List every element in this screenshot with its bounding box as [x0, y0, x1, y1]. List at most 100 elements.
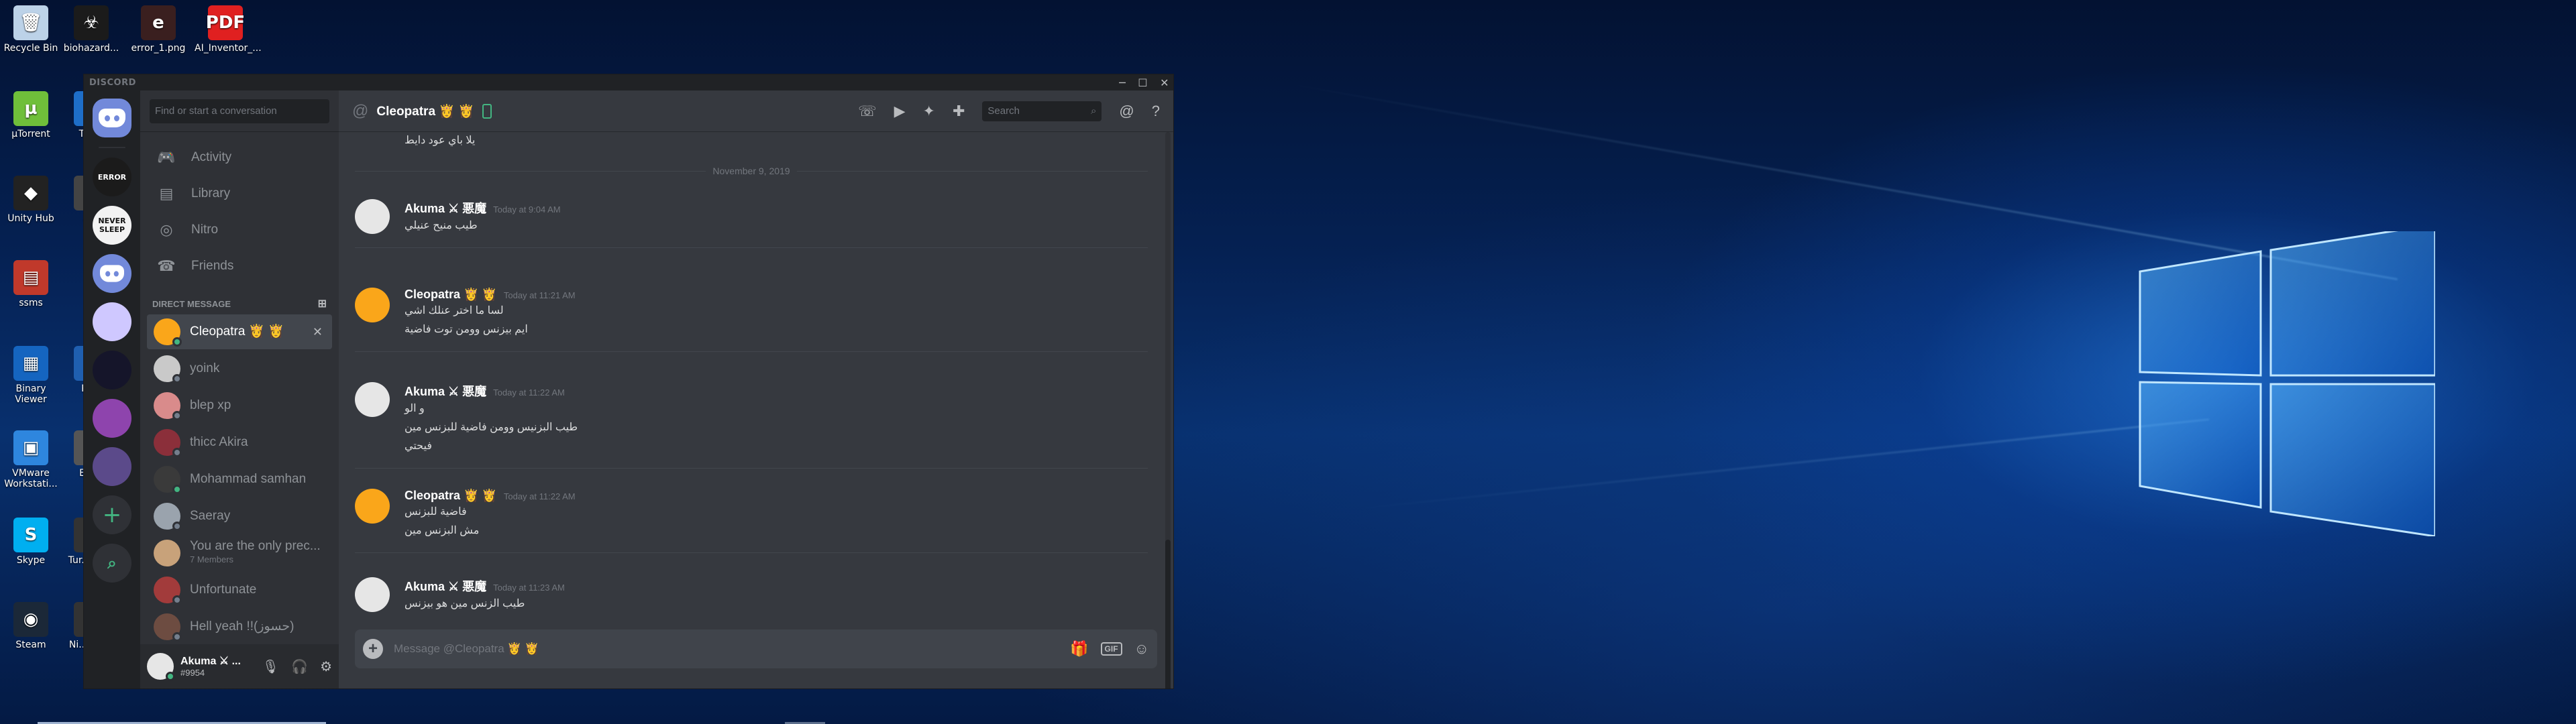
message-text: طيب البزنيس وومن فاضية للبزنس مين: [405, 422, 578, 433]
dm-item[interactable]: yoink: [147, 351, 332, 386]
find-conversation-input[interactable]: [150, 99, 329, 123]
avatar[interactable]: [355, 577, 390, 612]
desktop-icon-label: Skype: [16, 555, 46, 566]
message-group[interactable]: Cleopatra 👸 👸 Today at 11:22 AM فاضية للبز…: [355, 489, 1148, 553]
desktop-icon[interactable]: ▤ ssms: [0, 260, 62, 308]
desktop-icon[interactable]: ◆ Unity Hub: [0, 176, 62, 224]
desktop-icon-image: e: [141, 5, 176, 40]
status-indicator: [172, 411, 182, 420]
emoji-icon[interactable]: ☺: [1134, 640, 1149, 658]
avatar[interactable]: [355, 199, 390, 234]
headphones-icon[interactable]: 🎧: [291, 658, 308, 675]
dm-item[interactable]: You are the only prec... 7 Members: [147, 536, 332, 570]
mention-icon[interactable]: @: [1119, 103, 1134, 120]
dm-name: You are the only prec...: [190, 539, 321, 553]
message-author[interactable]: Cleopatra 👸 👸: [405, 489, 497, 503]
video-icon[interactable]: ▶: [894, 103, 906, 120]
message-author[interactable]: Akuma ⚔ 悪魔: [405, 577, 486, 595]
chat-header: @ Cleopatra 👸 👸 ☏ ▶ ✦ ✚ Search ⌕ @ ?: [339, 90, 1173, 132]
message-group[interactable]: Akuma ⚔ 悪魔 Today at 11:23 AM طيب الزنس مين…: [355, 577, 1148, 613]
desktop-icon[interactable]: S Skype: [0, 518, 62, 566]
message-author[interactable]: Akuma ⚔ 悪魔: [405, 199, 486, 217]
desktop-icon[interactable]: 🗑 Recycle Bin: [0, 5, 62, 54]
message-group[interactable]: Cleopatra 👸 👸 Today at 11:21 AM لسا ما اخت…: [355, 288, 1148, 352]
desktop-icon[interactable]: µ µTorrent: [0, 91, 62, 139]
server-label: NEVER SLEEP: [98, 217, 126, 234]
nav-item-nitro[interactable]: ◎ Nitro: [147, 213, 332, 247]
dm-item[interactable]: Cleopatra 👸 👸 ✕: [147, 314, 332, 349]
date-divider: November 9, 2019: [355, 166, 1148, 176]
server-icon-discord-server[interactable]: [93, 254, 131, 293]
username: Akuma ⚔ ...: [180, 655, 241, 667]
message-group[interactable]: Akuma ⚔ 悪魔 Today at 11:22 AM و الو طيب البز…: [355, 382, 1148, 469]
desktop-icon[interactable]: ▦ Binary Viewer: [0, 346, 62, 405]
scrollbar-thumb[interactable]: [1165, 540, 1171, 688]
message-author[interactable]: Akuma ⚔ 悪魔: [405, 382, 486, 400]
dm-item[interactable]: Hell yeah !!(حسوز): [147, 609, 332, 644]
desktop-icon[interactable]: ◉ Steam: [0, 602, 62, 650]
server-icon-anime-server[interactable]: [93, 302, 131, 341]
explore-servers-icon[interactable]: ⌕: [93, 544, 131, 583]
desktop-icon[interactable]: ▣ VMware Workstati...: [0, 430, 62, 489]
new-group-dm-icon[interactable]: ⊞: [318, 297, 327, 310]
desktop-icon[interactable]: e error_1.png: [127, 5, 189, 54]
desktop-icon-image: µ: [13, 91, 48, 126]
avatar[interactable]: [355, 288, 390, 322]
dm-item[interactable]: blep xp: [147, 388, 332, 423]
microphone-icon[interactable]: 🎙: [262, 658, 279, 675]
server-icon-home[interactable]: [93, 99, 131, 137]
status-indicator: [172, 374, 182, 383]
desktop-icon[interactable]: ☣ biohazard...: [60, 5, 122, 54]
message-text: فيحتي: [405, 440, 432, 452]
status-indicator: [172, 522, 182, 531]
avatar[interactable]: [355, 382, 390, 417]
close-dm-icon[interactable]: ✕: [313, 325, 323, 339]
server-icon-dark-server[interactable]: [93, 351, 131, 389]
desktop-icon-image: ▣: [13, 430, 48, 465]
dm-item[interactable]: Unfortunate: [147, 572, 332, 607]
dm-name: Saeray: [190, 509, 231, 523]
call-icon[interactable]: ☏: [858, 103, 877, 120]
close-button[interactable]: ✕: [1160, 76, 1169, 89]
desktop-icon[interactable]: PDF AI_Inventor_...: [195, 5, 262, 54]
maximize-button[interactable]: ☐: [1138, 76, 1148, 89]
gear-icon[interactable]: ⚙: [320, 658, 332, 675]
avatar: [154, 577, 182, 605]
message-text: لسا ما اختر عنلك اشي: [405, 305, 504, 316]
message-input[interactable]: [394, 642, 1060, 656]
gif-button[interactable]: GIF: [1100, 642, 1122, 656]
message-list[interactable]: يلا باي عود دايط November 9, 2019 Akuma …: [339, 132, 1164, 625]
desktop-icon-image: ◆: [13, 176, 48, 210]
message-author[interactable]: Cleopatra 👸 👸: [405, 288, 497, 302]
discord-window[interactable]: DISCORD ─ ☐ ✕ ERROR NEVER SLEEP + ⌕ 🎮 Activi…: [83, 74, 1174, 689]
dm-item[interactable]: Saeray: [147, 499, 332, 534]
help-icon[interactable]: ?: [1152, 103, 1160, 120]
mobile-icon: [482, 103, 492, 119]
server-icon-error-server[interactable]: ERROR: [93, 158, 131, 196]
avatar[interactable]: [355, 489, 390, 524]
chat-search-input[interactable]: Search ⌕: [982, 101, 1102, 121]
nav-item-library[interactable]: ▤ Library: [147, 176, 332, 211]
server-icon-never-sleep-server[interactable]: NEVER SLEEP: [93, 206, 131, 245]
dm-item[interactable]: Mohammad samhan: [147, 462, 332, 497]
message-text: مش البزنس مين: [405, 525, 480, 536]
avatar[interactable]: [147, 653, 175, 681]
nav-item-activity[interactable]: 🎮 Activity: [147, 140, 332, 175]
window-titlebar[interactable]: DISCORD ─ ☐ ✕: [84, 74, 1173, 90]
minimize-button[interactable]: ─: [1119, 76, 1126, 89]
upload-plus-button[interactable]: +: [363, 639, 383, 659]
dm-name: Mohammad samhan: [190, 472, 307, 486]
avatar: [154, 503, 182, 531]
server-icon-database-server[interactable]: [93, 399, 131, 438]
nav-item-friends[interactable]: ☎ Friends: [147, 249, 332, 284]
add-server-button[interactable]: +: [93, 495, 131, 534]
status-indicator: [172, 337, 182, 347]
gift-icon[interactable]: 🎁: [1070, 640, 1088, 658]
dm-subtitle: 7 Members: [190, 554, 234, 564]
pin-icon[interactable]: ✦: [923, 103, 935, 120]
message-group[interactable]: Akuma ⚔ 悪魔 Today at 9:04 AM طيب منيح عنيلي: [355, 199, 1148, 248]
server-icon-group-server[interactable]: [93, 447, 131, 486]
chat-main: @ Cleopatra 👸 👸 ☏ ▶ ✦ ✚ Search ⌕ @ ? يلا…: [339, 90, 1173, 688]
dm-item[interactable]: thicc Akira: [147, 425, 332, 460]
add-friend-icon[interactable]: ✚: [953, 103, 965, 120]
